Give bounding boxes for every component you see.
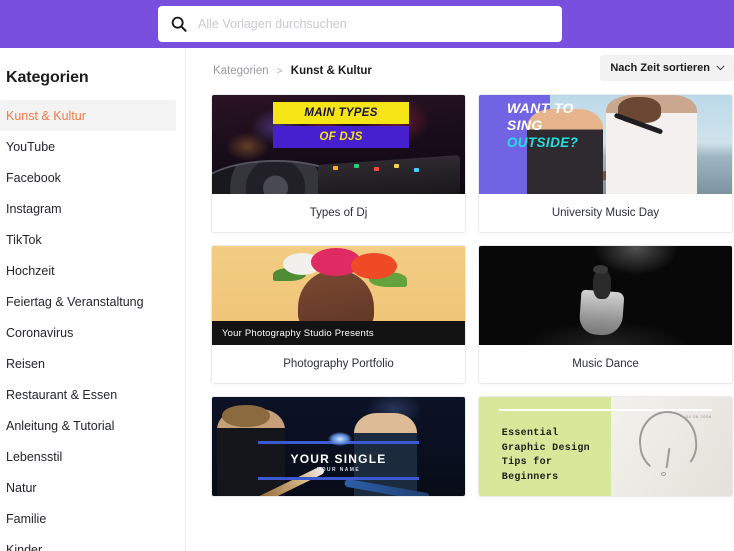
sidebar-item-label: YouTube bbox=[6, 139, 56, 154]
search-icon bbox=[171, 16, 187, 32]
template-card-types-of-dj[interactable]: MAIN TYPES OF DJS Types of Dj bbox=[211, 94, 466, 233]
led-light bbox=[353, 164, 359, 169]
sidebar-item-label: Anleitung & Tutorial bbox=[6, 418, 115, 433]
dancer-body-graphic bbox=[592, 269, 611, 300]
sidebar-item-instagram[interactable]: Instagram bbox=[0, 193, 185, 224]
sidebar-item-reisen[interactable]: Reisen bbox=[0, 348, 185, 379]
sidebar-item-kinder[interactable]: Kinder bbox=[0, 534, 185, 551]
divider-line bbox=[499, 409, 712, 411]
template-caption: Types of Dj bbox=[309, 207, 368, 219]
sidebar-item-label: Coronavirus bbox=[6, 325, 74, 340]
sidebar-item-lebensstil[interactable]: Lebensstil bbox=[0, 441, 185, 472]
sidebar: Kategorien Kunst & Kultur YouTube Facebo… bbox=[0, 48, 186, 551]
thumbnail-overlay-line-2: SING bbox=[506, 117, 543, 133]
chevron-down-icon bbox=[716, 65, 725, 71]
sidebar-item-facebook[interactable]: Facebook bbox=[0, 162, 185, 193]
sidebar-item-restaurant-essen[interactable]: Restaurant & Essen bbox=[0, 379, 185, 410]
sidebar-item-youtube[interactable]: YouTube bbox=[0, 131, 185, 162]
sidebar-item-label: Lebensstil bbox=[6, 449, 63, 464]
sidebar-item-label: Hochzeit bbox=[6, 263, 55, 278]
sidebar-item-feiertag-veranstaltung[interactable]: Feiertag & Veranstaltung bbox=[0, 286, 185, 317]
template-caption: University Music Day bbox=[551, 207, 660, 219]
sidebar-item-label: Restaurant & Essen bbox=[6, 387, 118, 402]
sidebar-item-anleitung-tutorial[interactable]: Anleitung & Tutorial bbox=[0, 410, 185, 441]
accent-line bbox=[257, 477, 420, 480]
sidebar-item-tiktok[interactable]: TikTok bbox=[0, 224, 185, 255]
breadcrumb-root[interactable]: Kategorien bbox=[213, 65, 269, 77]
thumbnail-overlay-text: Essential Graphic Design Tips for Beginn… bbox=[501, 428, 590, 483]
sidebar-item-label: Kunst & Kultur bbox=[6, 108, 86, 123]
template-card-photography-portfolio[interactable]: Your Photography Studio Presents Photogr… bbox=[211, 245, 466, 384]
sidebar-item-label: Familie bbox=[6, 511, 47, 526]
template-thumbnail: MAIN TYPES OF DJS bbox=[212, 95, 465, 194]
template-card-university-music-day[interactable]: WANT TO SING OUTSIDE? University Music D… bbox=[478, 94, 733, 233]
sort-dropdown-label: Nach Zeit sortieren bbox=[610, 62, 710, 74]
sidebar-item-label: TikTok bbox=[6, 232, 42, 247]
thumbnail-overlay-bar: Your Photography Studio Presents bbox=[212, 321, 465, 345]
sidebar-item-hochzeit[interactable]: Hochzeit bbox=[0, 255, 185, 286]
template-card-graphic-design-tips[interactable]: 04 06 2006 Essential Graphic Design Tips… bbox=[478, 396, 733, 497]
sidebar-item-label: Kinder bbox=[6, 542, 43, 551]
top-bar bbox=[0, 0, 734, 48]
breadcrumb-current: Kunst & Kultur bbox=[290, 65, 372, 77]
mixer-graphic bbox=[318, 155, 460, 194]
sidebar-item-label: Feiertag & Veranstaltung bbox=[6, 294, 144, 309]
template-thumbnail: WANT TO SING OUTSIDE? bbox=[479, 95, 732, 194]
template-thumbnail: Your Photography Studio Presents bbox=[212, 246, 465, 345]
breadcrumb-separator: > bbox=[276, 65, 283, 77]
main-content: Kategorien > Kunst & Kultur Nach Zeit so… bbox=[187, 48, 734, 551]
flower-graphic bbox=[351, 252, 397, 279]
hair-graphic bbox=[222, 404, 271, 427]
sidebar-item-label: Facebook bbox=[6, 170, 61, 185]
dancer-head-graphic bbox=[592, 264, 609, 274]
template-thumbnail: 04 06 2006 Essential Graphic Design Tips… bbox=[479, 397, 732, 496]
sort-dropdown[interactable]: Nach Zeit sortieren bbox=[600, 55, 734, 81]
template-caption: Photography Portfolio bbox=[283, 358, 394, 370]
thumbnail-overlay-line-2: YOUR NAME bbox=[316, 467, 361, 473]
thumbnail-overlay-date: 04 06 2006 bbox=[685, 414, 712, 419]
sidebar-item-label: Reisen bbox=[6, 356, 45, 371]
thumbnail-overlay-line-1: YOUR SINGLE bbox=[290, 452, 387, 466]
template-grid: MAIN TYPES OF DJS Types of Dj WANT TO SI… bbox=[187, 94, 734, 497]
search-input[interactable] bbox=[198, 6, 550, 42]
category-list: Kunst & Kultur YouTube Facebook Instagra… bbox=[0, 100, 185, 551]
sidebar-item-label: Instagram bbox=[6, 201, 62, 216]
template-thumbnail bbox=[479, 246, 732, 345]
breadcrumb: Kategorien > Kunst & Kultur bbox=[213, 65, 372, 77]
thumbnail-overlay-line-1: WANT TO bbox=[506, 100, 574, 116]
thumbnail-overlay-line-3: OUTSIDE? bbox=[506, 135, 579, 150]
template-caption: Music Dance bbox=[572, 358, 639, 370]
search-bar[interactable] bbox=[158, 6, 562, 42]
thumbnail-overlay-line-2: OF DJS bbox=[272, 126, 410, 148]
sidebar-item-kunst-kultur[interactable]: Kunst & Kultur bbox=[0, 100, 176, 131]
sidebar-item-label: Natur bbox=[6, 480, 37, 495]
sidebar-title: Kategorien bbox=[6, 69, 89, 86]
thumbnail-overlay-line-1: MAIN TYPES bbox=[272, 102, 410, 124]
led-light bbox=[414, 168, 420, 173]
template-card-your-single[interactable]: YOUR SINGLE YOUR NAME bbox=[211, 396, 466, 497]
main-header: Kategorien > Kunst & Kultur Nach Zeit so… bbox=[187, 48, 734, 94]
led-light bbox=[333, 166, 339, 171]
template-thumbnail: YOUR SINGLE YOUR NAME bbox=[212, 397, 465, 496]
sidebar-item-natur[interactable]: Natur bbox=[0, 472, 185, 503]
led-light bbox=[394, 164, 400, 169]
sidebar-item-familie[interactable]: Familie bbox=[0, 503, 185, 534]
led-light bbox=[373, 167, 379, 172]
sidebar-item-coronavirus[interactable]: Coronavirus bbox=[0, 317, 185, 348]
template-card-music-dance[interactable]: Music Dance bbox=[478, 245, 733, 384]
